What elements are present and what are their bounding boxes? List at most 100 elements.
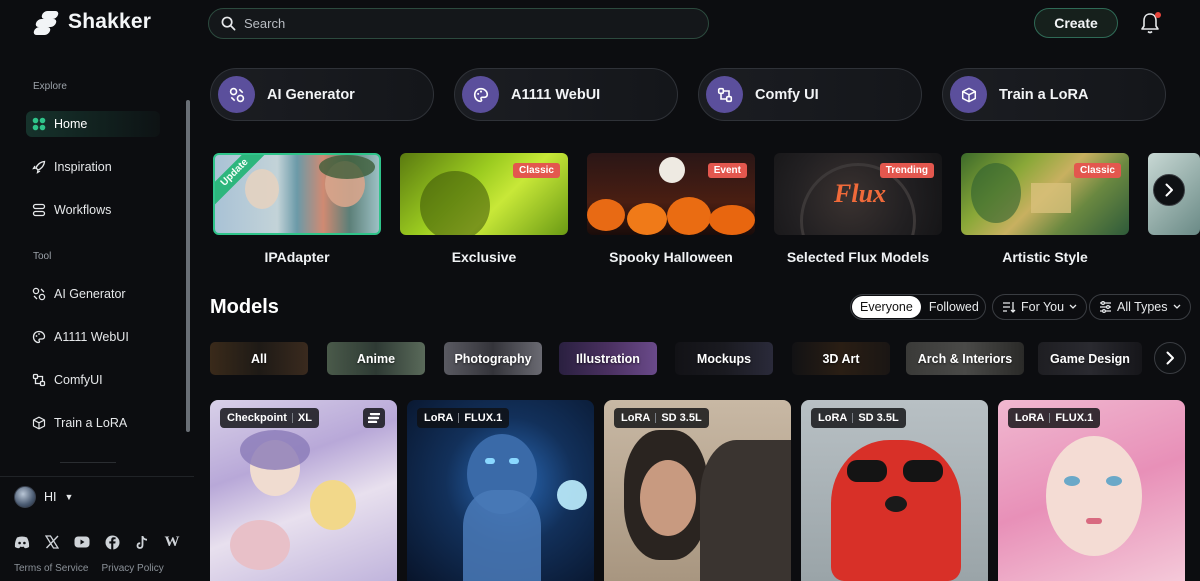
category-anime[interactable]: Anime: [327, 342, 425, 375]
feature-tag: Classic: [1073, 163, 1121, 178]
section-explore: Explore: [33, 81, 67, 92]
chevron-right-icon: [1166, 351, 1174, 365]
model-base: SD 3.5L: [858, 412, 899, 424]
sidebar-item-comfyui[interactable]: ComfyUI: [26, 367, 160, 393]
sidebar-divider: [0, 476, 194, 477]
tool-train-lora[interactable]: Train a LoRA: [942, 68, 1166, 121]
sidebar-item-label: Workflows: [54, 203, 112, 217]
facebook-icon[interactable]: [104, 534, 120, 550]
caret-down-icon: ▼: [64, 492, 74, 502]
model-base: FLUX.1: [464, 412, 503, 424]
sidebar-scrollbar[interactable]: [186, 100, 190, 432]
create-button[interactable]: Create: [1034, 8, 1118, 38]
discord-icon[interactable]: [14, 534, 30, 550]
user-menu[interactable]: HI ▼: [14, 486, 73, 508]
category-game-design[interactable]: Game Design: [1038, 342, 1142, 375]
model-badge: Checkpoint XL: [220, 408, 319, 428]
feature-thumbnail: Update: [213, 153, 381, 235]
shakker-logo-icon: [363, 408, 385, 428]
x-icon[interactable]: [44, 534, 60, 550]
sidebar-item-train-lora[interactable]: Train a LoRA: [26, 410, 160, 436]
feature-thumbnail: Classic: [400, 153, 568, 235]
model-card[interactable]: Checkpoint XL: [210, 400, 397, 581]
sidebar-item-workflows[interactable]: Workflows: [26, 197, 160, 223]
sort-dropdown[interactable]: For You: [992, 294, 1088, 320]
feature-card[interactable]: Classic Exclusive: [400, 153, 568, 265]
terms-link[interactable]: Terms of Service: [14, 563, 88, 574]
youtube-icon[interactable]: [74, 534, 90, 550]
feature-card[interactable]: Classic Artistic Style: [961, 153, 1129, 265]
feature-card[interactable]: Event Spooky Halloween: [587, 153, 755, 265]
model-badge: LoRA FLUX.1: [1008, 408, 1101, 428]
comfy-icon: [706, 76, 743, 113]
ai-generator-icon: [32, 287, 46, 301]
category-photography[interactable]: Photography: [444, 342, 542, 375]
notification-dot: [1155, 12, 1161, 18]
logo-text: Shakker: [68, 10, 152, 33]
sidebar-item-a1111-webui[interactable]: A1111 WebUI: [26, 324, 160, 350]
sidebar-divider: [60, 462, 116, 463]
model-card[interactable]: LoRA SD 3.5L: [801, 400, 988, 581]
sidebar-item-ai-generator[interactable]: AI Generator: [26, 281, 160, 307]
model-badge: LoRA SD 3.5L: [614, 408, 709, 428]
tool-a1111-webui[interactable]: A1111 WebUI: [454, 68, 678, 121]
feature-title: Selected Flux Models: [786, 249, 930, 265]
comfy-icon: [32, 373, 46, 387]
sort-icon: [1003, 302, 1016, 313]
filter-everyone[interactable]: Everyone: [852, 296, 921, 318]
grid-icon: [32, 117, 46, 131]
type-label: All Types: [1117, 300, 1168, 314]
model-card[interactable]: LoRA SD 3.5L: [604, 400, 791, 581]
avatar: [14, 486, 36, 508]
model-type: LoRA: [424, 412, 454, 424]
chevron-down-icon: [1069, 304, 1077, 309]
category-label: All: [251, 351, 267, 366]
category-all[interactable]: All: [210, 342, 308, 375]
category-illustration[interactable]: Illustration: [559, 342, 657, 375]
feature-tag: Trending: [879, 163, 934, 178]
feature-tag: Classic: [512, 163, 560, 178]
category-3d-art[interactable]: 3D Art: [792, 342, 890, 375]
category-mockups[interactable]: Mockups: [675, 342, 773, 375]
section-tool: Tool: [33, 251, 52, 262]
tiktok-icon[interactable]: [134, 534, 150, 550]
type-dropdown[interactable]: All Types: [1089, 294, 1191, 320]
model-badge: LoRA SD 3.5L: [811, 408, 906, 428]
social-links: W: [14, 534, 180, 550]
sidebar-item-label: ComfyUI: [54, 373, 103, 387]
model-badge: LoRA FLUX.1: [417, 408, 510, 428]
feature-title: Exclusive: [451, 249, 517, 265]
categories-next-button[interactable]: [1154, 342, 1186, 374]
sidebar-item-home[interactable]: Home: [26, 111, 160, 137]
search-icon: [221, 16, 236, 31]
privacy-link[interactable]: Privacy Policy: [101, 563, 163, 574]
category-label: Illustration: [576, 351, 640, 366]
category-label: Game Design: [1050, 351, 1130, 366]
search-bar[interactable]: [208, 8, 709, 39]
sidebar-item-label: AI Generator: [54, 287, 126, 301]
category-arch-interiors[interactable]: Arch & Interiors: [906, 342, 1024, 375]
sort-label: For You: [1021, 300, 1065, 314]
sidebar-item-inspiration[interactable]: Inspiration: [26, 154, 160, 180]
search-input[interactable]: [244, 16, 684, 31]
wiki-icon[interactable]: W: [164, 534, 180, 550]
feature-card[interactable]: Update IPAdapter: [213, 153, 381, 265]
tool-ai-generator[interactable]: AI Generator: [210, 68, 434, 121]
tool-comfy-ui[interactable]: Comfy UI: [698, 68, 922, 121]
rocket-icon: [32, 160, 46, 174]
model-type: LoRA: [1015, 412, 1045, 424]
logo[interactable]: Shakker: [32, 10, 152, 35]
top-bar: Shakker Create: [0, 0, 1200, 46]
category-label: Photography: [454, 351, 532, 366]
model-card[interactable]: LoRA FLUX.1: [407, 400, 594, 581]
filter-followed[interactable]: Followed: [921, 300, 987, 314]
model-base: FLUX.1: [1055, 412, 1094, 424]
model-type: LoRA: [818, 412, 848, 424]
category-label: 3D Art: [822, 351, 860, 366]
model-card[interactable]: LoRA FLUX.1: [998, 400, 1185, 581]
feature-card[interactable]: Flux Trending Selected Flux Models: [774, 153, 942, 265]
cube-icon: [950, 76, 987, 113]
carousel-next-button[interactable]: [1153, 174, 1185, 206]
tool-label: Comfy UI: [755, 86, 819, 103]
sidebar: Explore Home Inspiration Workflows Tool …: [0, 46, 194, 581]
